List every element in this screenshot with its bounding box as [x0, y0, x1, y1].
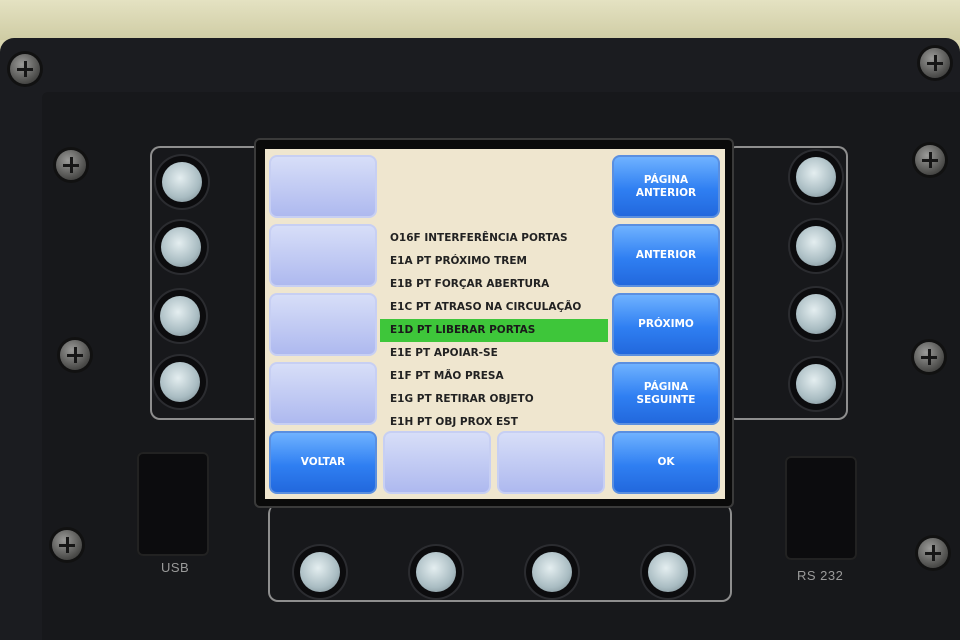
screw-icon [915, 145, 945, 175]
right-hardware-button-4[interactable] [796, 364, 836, 404]
message-item[interactable]: E1H PT OBJ PROX EST [380, 411, 608, 434]
screw-icon [918, 538, 948, 568]
left-hardware-button-2[interactable] [161, 227, 201, 267]
left-soft-key-4[interactable] [269, 362, 377, 425]
previous-page-button[interactable]: PÁGINA ANTERIOR [612, 155, 720, 218]
bottom-hardware-button-3[interactable] [532, 552, 572, 592]
screw-icon [52, 530, 82, 560]
message-item[interactable]: E1F PT MÃO PRESA [380, 365, 608, 388]
message-item[interactable]: E1C PT ATRASO NA CIRCULAÇÃO [380, 296, 608, 319]
bottom-hardware-button-2[interactable] [416, 552, 456, 592]
display-screen: PÁGINA ANTERIOR ANTERIOR PRÓXIMO PÁGINA … [265, 149, 725, 499]
device-casing-top [0, 0, 960, 40]
left-hardware-button-1[interactable] [162, 162, 202, 202]
bottom-hardware-button-4[interactable] [648, 552, 688, 592]
bottom-soft-key-2[interactable] [383, 431, 491, 494]
bottom-hardware-button-1[interactable] [300, 552, 340, 592]
message-item[interactable]: E1G PT RETIRAR OBJETO [380, 388, 608, 411]
previous-button[interactable]: ANTERIOR [612, 224, 720, 287]
right-hardware-button-1[interactable] [796, 157, 836, 197]
screw-icon [56, 150, 86, 180]
message-item[interactable]: E1E PT APOIAR-SE [380, 342, 608, 365]
left-hardware-button-3[interactable] [160, 296, 200, 336]
rs232-port-cover [785, 456, 857, 560]
usb-port-label: USB [161, 560, 190, 575]
usb-port-cover [137, 452, 209, 556]
rs232-port-label: RS 232 [797, 568, 844, 583]
screw-icon [914, 342, 944, 372]
screw-icon [10, 54, 40, 84]
bottom-soft-key-3[interactable] [497, 431, 605, 494]
screw-icon [60, 340, 90, 370]
right-hardware-button-2[interactable] [796, 226, 836, 266]
right-hardware-button-3[interactable] [796, 294, 836, 334]
message-item[interactable]: O16F INTERFERÊNCIA PORTAS [380, 227, 608, 250]
left-hardware-button-4[interactable] [160, 362, 200, 402]
back-button[interactable]: VOLTAR [269, 431, 377, 494]
left-soft-key-1[interactable] [269, 155, 377, 218]
message-list: O16F INTERFERÊNCIA PORTAS E1A PT PRÓXIMO… [380, 227, 608, 434]
message-item[interactable]: E1D PT LIBERAR PORTAS [380, 319, 608, 342]
next-button[interactable]: PRÓXIMO [612, 293, 720, 356]
screw-icon [920, 48, 950, 78]
left-soft-key-3[interactable] [269, 293, 377, 356]
message-item[interactable]: E1B PT FORÇAR ABERTURA [380, 273, 608, 296]
next-page-button[interactable]: PÁGINA SEGUINTE [612, 362, 720, 425]
left-soft-key-2[interactable] [269, 224, 377, 287]
message-item[interactable]: E1A PT PRÓXIMO TREM [380, 250, 608, 273]
ok-button[interactable]: OK [612, 431, 720, 494]
